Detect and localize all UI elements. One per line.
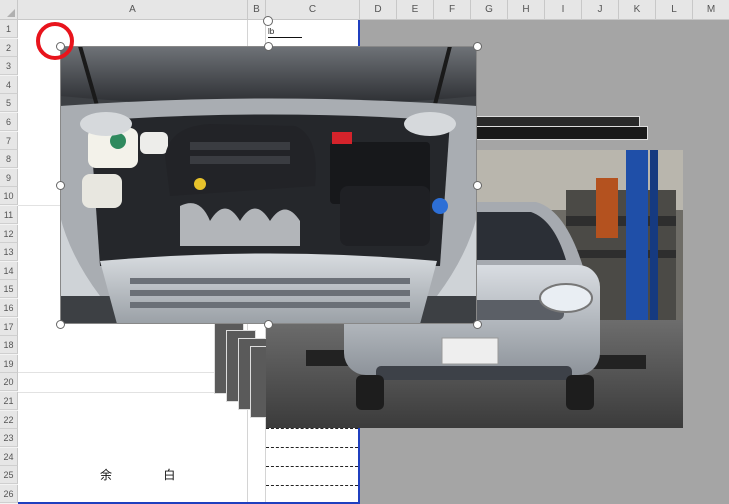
row-header-7[interactable]: 7: [0, 131, 18, 150]
row-header-1[interactable]: 1: [0, 20, 18, 38]
row-header-23[interactable]: 23: [0, 429, 18, 448]
row-header-25[interactable]: 25: [0, 466, 18, 485]
row-header-24[interactable]: 24: [0, 447, 18, 466]
resize-handle-bottom-left[interactable]: [55, 319, 65, 329]
resize-handle-bottom-right[interactable]: [472, 319, 482, 329]
column-header-j[interactable]: J: [582, 0, 619, 20]
row-header-8[interactable]: 8: [0, 150, 18, 169]
row-header-19[interactable]: 19: [0, 354, 18, 373]
engine-bay-photo[interactable]: [60, 46, 477, 324]
row-header-11[interactable]: 11: [0, 206, 18, 224]
row-header-4[interactable]: 4: [0, 75, 18, 94]
resize-handle-top-right[interactable]: [472, 41, 482, 51]
row-header-14[interactable]: 14: [0, 261, 18, 280]
resize-handle-top-center[interactable]: [264, 41, 273, 51]
memo-label: 余 白: [100, 468, 200, 482]
row-header-21[interactable]: 21: [0, 392, 18, 410]
column-header-i[interactable]: I: [545, 0, 582, 20]
row-header-5[interactable]: 5: [0, 94, 18, 113]
resize-handle-middle-right[interactable]: [472, 180, 482, 190]
column-header-d[interactable]: D: [360, 0, 397, 20]
column-header-l[interactable]: L: [656, 0, 693, 20]
row-header-9[interactable]: 9: [0, 168, 18, 187]
column-header-c[interactable]: C: [266, 0, 360, 20]
row-header-10[interactable]: 10: [0, 187, 18, 206]
row-header-18[interactable]: 18: [0, 336, 18, 355]
highlight-circle: [36, 22, 74, 60]
row-header-6[interactable]: 6: [0, 113, 18, 131]
row-header-15[interactable]: 15: [0, 280, 18, 299]
row-header-20[interactable]: 20: [0, 373, 18, 392]
row-header-16[interactable]: 16: [0, 299, 18, 317]
row-header-12[interactable]: 12: [0, 224, 18, 243]
column-header-g[interactable]: G: [471, 0, 508, 20]
resize-handle-middle-left[interactable]: [55, 180, 65, 190]
cell-c1-underline: [268, 37, 302, 38]
rotate-handle[interactable]: [263, 16, 273, 26]
column-header-f[interactable]: F: [434, 0, 471, 20]
column-header-a[interactable]: A: [18, 0, 248, 20]
stacked-photo-top-edge-2[interactable]: [474, 126, 648, 140]
select-all-corner[interactable]: [0, 0, 18, 20]
row-header-13[interactable]: 13: [0, 243, 18, 262]
row-header-17[interactable]: 17: [0, 317, 18, 336]
resize-handle-bottom-center[interactable]: [264, 319, 273, 329]
row-header-26[interactable]: 26: [0, 485, 18, 503]
row-header-22[interactable]: 22: [0, 410, 18, 429]
column-header-m[interactable]: M: [693, 0, 729, 20]
row-header-3[interactable]: 3: [0, 57, 18, 76]
cell-c1-text: lb: [268, 27, 275, 36]
engine-bay-image: [60, 46, 477, 324]
row-header-2[interactable]: 2: [0, 38, 18, 57]
column-header-e[interactable]: E: [397, 0, 434, 20]
column-header-h[interactable]: H: [508, 0, 545, 20]
column-header-k[interactable]: K: [619, 0, 656, 20]
